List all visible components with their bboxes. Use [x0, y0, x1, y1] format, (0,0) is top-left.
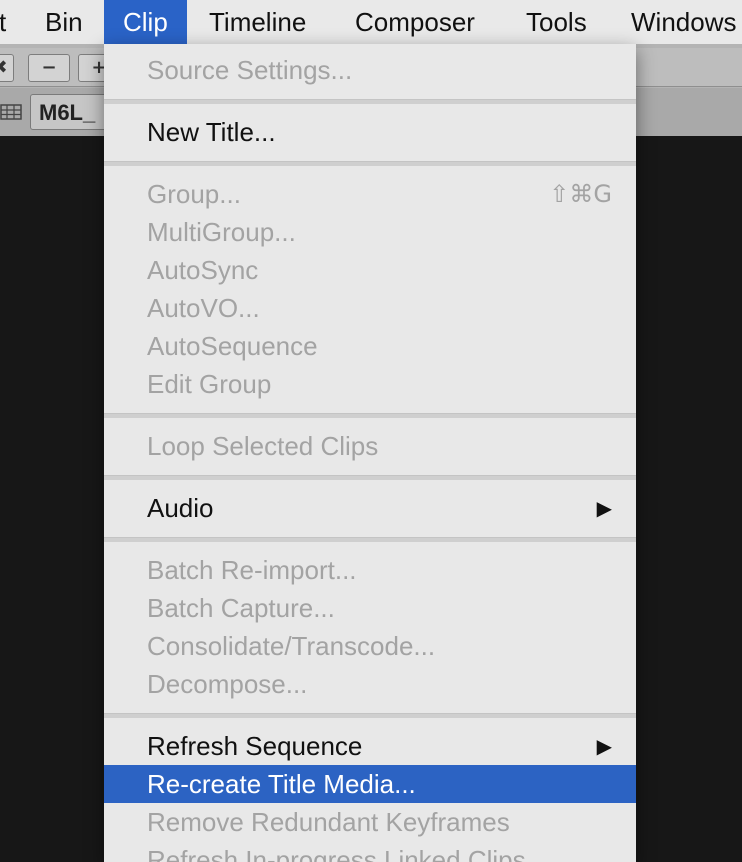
menu-bin[interactable]: Bin — [45, 0, 83, 44]
menu-item-autosync[interactable]: AutoSync — [104, 251, 636, 289]
menu-item-edit-group[interactable]: Edit Group — [104, 365, 636, 403]
menu-item-autovo[interactable]: AutoVO... — [104, 289, 636, 327]
menu-item-batch-capture[interactable]: Batch Capture... — [104, 589, 636, 627]
menu-item-audio[interactable]: Audio ▶ — [104, 489, 636, 527]
menu-item-decompose[interactable]: Decompose... — [104, 665, 636, 703]
menu-item-remove-redundant-keyframes[interactable]: Remove Redundant Keyframes — [104, 803, 636, 841]
menu-separator — [104, 537, 636, 542]
menu-tools[interactable]: Tools — [526, 0, 587, 44]
clip-menu-dropdown: Source Settings... New Title... Group...… — [104, 44, 636, 862]
shortcut-label: ⇧⌘G — [549, 180, 612, 208]
menu-item-label: Audio — [147, 493, 214, 523]
menu-item-label: Group... — [147, 179, 241, 209]
menu-item-recreate-title-media[interactable]: Re-create Title Media... — [104, 765, 636, 803]
menu-item-refresh-linked-clips[interactable]: Refresh In-progress Linked Clips — [104, 841, 636, 862]
menu-composer[interactable]: Composer — [355, 0, 475, 44]
menu-item-multigroup[interactable]: MultiGroup... — [104, 213, 636, 251]
menu-item-loop-selected-clips[interactable]: Loop Selected Clips — [104, 427, 636, 465]
submenu-arrow-icon: ▶ — [596, 734, 612, 758]
menu-bar: t Bin Clip Timeline Composer Tools Windo… — [0, 0, 742, 45]
menu-clip[interactable]: Clip — [104, 0, 187, 44]
menu-separator — [104, 161, 636, 166]
menu-item-label: Refresh Sequence — [147, 731, 363, 761]
menu-separator — [104, 713, 636, 718]
close-button[interactable]: ✖ — [0, 54, 14, 82]
menu-item-refresh-sequence[interactable]: Refresh Sequence ▶ — [104, 727, 636, 765]
menu-item-source-settings[interactable]: Source Settings... — [104, 51, 636, 89]
menu-item-group[interactable]: Group... ⇧⌘G — [104, 175, 636, 213]
menu-item-autosequence[interactable]: AutoSequence — [104, 327, 636, 365]
grid-view-icon[interactable] — [0, 103, 22, 121]
menu-separator — [104, 413, 636, 418]
menu-edit[interactable]: t — [0, 0, 6, 44]
zoom-out-button[interactable]: − — [28, 54, 70, 82]
menu-separator — [104, 475, 636, 480]
menu-timeline[interactable]: Timeline — [209, 0, 306, 44]
menu-item-consolidate-transcode[interactable]: Consolidate/Transcode... — [104, 627, 636, 665]
menu-item-new-title[interactable]: New Title... — [104, 113, 636, 151]
menu-item-batch-reimport[interactable]: Batch Re-import... — [104, 551, 636, 589]
submenu-arrow-icon: ▶ — [596, 496, 612, 520]
menu-separator — [104, 99, 636, 104]
menu-windows[interactable]: Windows — [631, 0, 736, 44]
